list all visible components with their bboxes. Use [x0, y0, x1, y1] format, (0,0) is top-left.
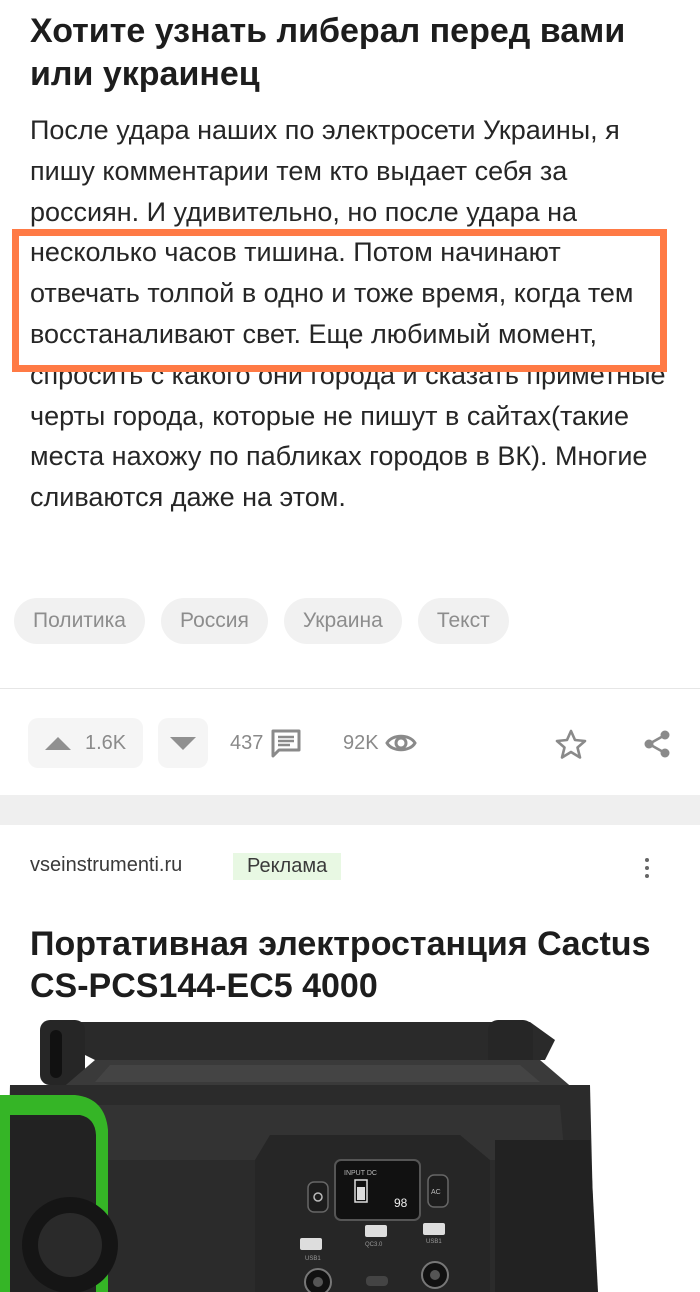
save-button[interactable] — [554, 727, 588, 761]
post-card: Хотите узнать либерал перед вами или укр… — [0, 0, 700, 795]
share-icon — [644, 730, 670, 758]
star-icon — [555, 729, 587, 759]
post-title[interactable]: Хотите узнать либерал перед вами или укр… — [30, 10, 670, 96]
svg-text:USB1: USB1 — [305, 1256, 321, 1262]
tag-russia[interactable]: Россия — [160, 598, 268, 644]
more-dot — [645, 866, 649, 870]
views-stat: 92K — [343, 718, 417, 768]
ad-card: vseinstrumenti.ru Реклама Портативная эл… — [0, 825, 700, 1292]
arrow-up-icon — [45, 736, 71, 750]
comments-count: 437 — [230, 731, 264, 754]
ad-source-link[interactable]: vseinstrumenti.ru — [30, 854, 182, 877]
ad-badge: Реклама — [233, 853, 342, 880]
upvote-button[interactable]: 1.6K — [28, 718, 143, 768]
more-options-button[interactable] — [638, 855, 656, 881]
post-actions-bar: 1.6K 437 92K — [0, 718, 700, 768]
ad-title[interactable]: Портативная электростанция Cactus CS-PCS… — [30, 923, 670, 1007]
eye-icon — [384, 734, 417, 752]
power-station-image[interactable]: INPUT DC 98 AC USB1 QC3.0 USB1 — [0, 1020, 700, 1292]
svg-text:QC3.0: QC3.0 — [365, 1242, 383, 1248]
more-dot — [645, 858, 649, 862]
comments-button[interactable]: 437 — [230, 718, 303, 768]
views-count: 92K — [343, 731, 379, 754]
svg-text:98: 98 — [394, 1196, 408, 1210]
rating-count: 1.6K — [85, 731, 127, 754]
downvote-button[interactable] — [158, 718, 208, 768]
tag-text[interactable]: Текст — [417, 598, 509, 644]
svg-text:USB1: USB1 — [426, 1239, 442, 1245]
tag-list: Политика Россия Украина Текст — [14, 598, 509, 644]
share-button[interactable] — [640, 727, 674, 761]
post-body: После удара наших по электросети Украины… — [30, 115, 666, 513]
tag-politics[interactable]: Политика — [14, 598, 145, 644]
comment-icon — [271, 729, 301, 758]
svg-text:INPUT DC: INPUT DC — [344, 1170, 377, 1177]
divider — [0, 688, 700, 689]
more-dot — [645, 874, 649, 878]
arrow-down-icon — [170, 736, 196, 750]
svg-text:AC: AC — [431, 1189, 441, 1196]
tag-ukraine[interactable]: Украина — [283, 598, 402, 644]
